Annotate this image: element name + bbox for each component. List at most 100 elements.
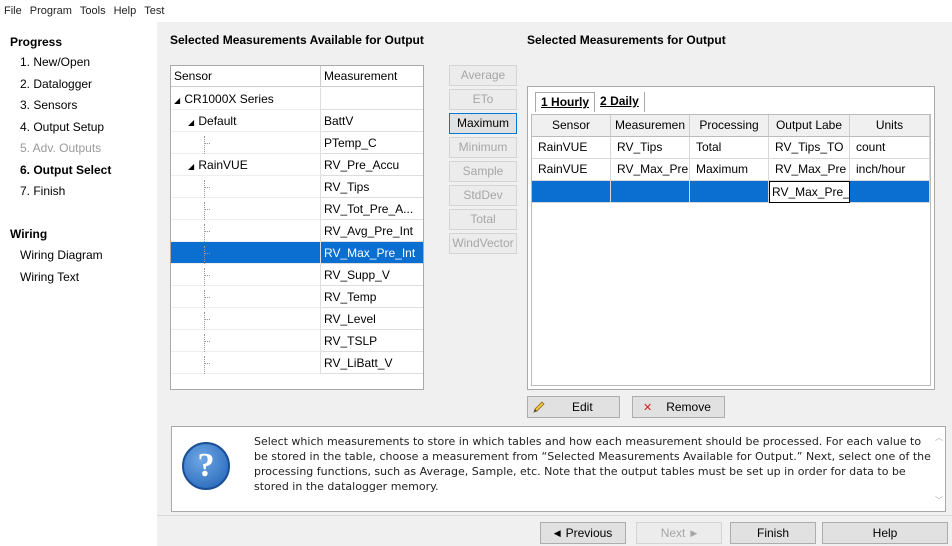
menu-program[interactable]: Program <box>30 5 72 17</box>
step-output-select[interactable]: 6. Output Select <box>20 163 111 177</box>
tree-measurement-cell[interactable] <box>321 88 423 110</box>
progress-heading: Progress <box>10 35 63 49</box>
cell-sensor[interactable]: RainVUE <box>532 159 611 181</box>
output-label-editor[interactable]: RV_Max_Pre_ <box>769 181 850 203</box>
cell-processing[interactable] <box>690 181 769 203</box>
tree-measurement-cell[interactable]: RV_LiBatt_V <box>321 352 423 374</box>
finish-button[interactable]: Finish <box>730 522 816 544</box>
tree-sensor-cell[interactable] <box>171 176 321 198</box>
tree-header-measurement[interactable]: Measurement <box>321 66 423 87</box>
tree-row[interactable]: RV_LiBatt_V <box>171 352 423 374</box>
help-scrollbar[interactable]: ︿ ﹀ <box>934 428 944 510</box>
tree-measurement-cell[interactable]: RV_TSLP <box>321 330 423 352</box>
scroll-down-icon[interactable]: ﹀ <box>935 495 943 506</box>
tree-row[interactable]: ◢ RainVUE RV_Pre_Accu <box>171 154 423 176</box>
grid-header-measurement[interactable]: Measuremen <box>611 115 690 137</box>
cell-units[interactable]: count <box>850 137 930 159</box>
tree-row[interactable]: RV_Max_Pre_Int <box>171 242 423 264</box>
output-grid[interactable]: Sensor Measuremen Processing Output Labe… <box>531 114 931 386</box>
grid-header-units[interactable]: Units <box>850 115 930 137</box>
tree-sensor-cell[interactable] <box>171 308 321 330</box>
tree-sensor-cell[interactable]: ◢ RainVUE <box>171 154 321 176</box>
tree-sensor-cell[interactable] <box>171 330 321 352</box>
cell-measurement[interactable] <box>611 181 690 203</box>
step-new-open[interactable]: 1. New/Open <box>20 55 90 69</box>
step-output-setup[interactable]: 4. Output Setup <box>20 120 104 134</box>
tree-measurement-cell[interactable]: BattV <box>321 110 423 132</box>
tree-row[interactable]: RV_Supp_V <box>171 264 423 286</box>
tree-row[interactable]: RV_TSLP <box>171 330 423 352</box>
arrow-right-icon: ▶ <box>690 527 698 538</box>
tree-sensor-cell[interactable] <box>171 264 321 286</box>
tree-sensor-cell[interactable] <box>171 198 321 220</box>
tree-sensor-label[interactable]: ◢ RainVUE <box>188 154 248 178</box>
menu-tools[interactable]: Tools <box>80 5 106 17</box>
tree-row[interactable]: RV_Tot_Pre_A... <box>171 198 423 220</box>
edit-button[interactable]: Edit <box>527 396 620 418</box>
tree-measurement-cell[interactable]: RV_Pre_Accu <box>321 154 423 176</box>
wiring-text-link[interactable]: Wiring Text <box>20 270 79 284</box>
tree-measurement-cell[interactable]: PTemp_C <box>321 132 423 154</box>
tree-row[interactable]: ◢ Default BattV <box>171 110 423 132</box>
table-row[interactable]: RainVUE RV_Tips Total RV_Tips_TO count <box>532 137 930 159</box>
menu-file[interactable]: File <box>4 5 22 17</box>
step-datalogger[interactable]: 2. Datalogger <box>20 77 92 91</box>
step-sensors[interactable]: 3. Sensors <box>20 98 77 112</box>
maximum-button[interactable]: Maximum <box>449 113 517 134</box>
cell-sensor[interactable]: RainVUE <box>532 137 611 159</box>
tree-row[interactable]: PTemp_C <box>171 132 423 154</box>
table-row[interactable]: RainVUE RV_Max_Pre Maximum RV_Max_Pre inch/h… <box>532 159 930 181</box>
output-title: Selected Measurements for Output <box>527 33 726 47</box>
grid-header-processing[interactable]: Processing <box>690 115 769 137</box>
menu-help[interactable]: Help <box>114 5 137 17</box>
cell-processing[interactable]: Total <box>690 137 769 159</box>
tab-hourly[interactable]: 1 Hourly <box>535 92 596 112</box>
tree-sensor-cell[interactable] <box>171 242 321 264</box>
tree-measurement-cell[interactable]: RV_Supp_V <box>321 264 423 286</box>
tree-measurement-cell[interactable]: RV_Tips <box>321 176 423 198</box>
tree-sensor-label[interactable]: ◢ Default <box>188 110 236 134</box>
tree-measurement-cell[interactable]: RV_Temp <box>321 286 423 308</box>
tree-row[interactable]: RV_Level <box>171 308 423 330</box>
tree-row[interactable]: RV_Temp <box>171 286 423 308</box>
table-row[interactable]: RV_Max_Pre_ <box>532 181 930 203</box>
tree-sensor-cell[interactable] <box>171 286 321 308</box>
scroll-up-icon[interactable]: ︿ <box>935 432 943 443</box>
tree-row[interactable]: RV_Tips <box>171 176 423 198</box>
menu-test[interactable]: Test <box>144 5 164 17</box>
remove-button[interactable]: ✕ Remove <box>632 396 725 418</box>
collapse-triangle-icon[interactable]: ◢ <box>174 96 182 105</box>
tree-measurement-cell[interactable]: RV_Avg_Pre_Int <box>321 220 423 242</box>
tree-measurement-cell[interactable]: RV_Level <box>321 308 423 330</box>
cell-measurement[interactable]: RV_Tips <box>611 137 690 159</box>
tree-row[interactable]: RV_Avg_Pre_Int <box>171 220 423 242</box>
cell-units[interactable]: inch/hour <box>850 159 930 181</box>
help-button[interactable]: Help <box>822 522 948 544</box>
tree-row[interactable]: ◢ CR1000X Series <box>171 88 423 110</box>
tree-sensor-cell[interactable]: ◢ Default <box>171 110 321 132</box>
previous-button[interactable]: ◀ Previous <box>540 522 626 544</box>
tree-sensor-label[interactable]: ◢ CR1000X Series <box>174 88 274 112</box>
tree-header-sensor[interactable]: Sensor <box>171 66 321 87</box>
cell-sensor[interactable] <box>532 181 611 203</box>
available-tree[interactable]: Sensor Measurement ◢ CR1000X Series ◢ Def… <box>170 65 424 390</box>
tab-daily[interactable]: 2 Daily <box>595 92 645 112</box>
wiring-diagram-link[interactable]: Wiring Diagram <box>20 248 103 262</box>
tree-sensor-cell[interactable] <box>171 220 321 242</box>
tree-sensor-cell[interactable] <box>171 352 321 374</box>
cell-processing[interactable]: Maximum <box>690 159 769 181</box>
cell-measurement[interactable]: RV_Max_Pre <box>611 159 690 181</box>
grid-header-output-label[interactable]: Output Labe <box>769 115 850 137</box>
cell-units[interactable] <box>850 181 930 203</box>
tree-connector <box>204 231 210 232</box>
tree-sensor-cell[interactable] <box>171 132 321 154</box>
collapse-triangle-icon[interactable]: ◢ <box>188 118 196 127</box>
step-finish[interactable]: 7. Finish <box>20 184 65 198</box>
collapse-triangle-icon[interactable]: ◢ <box>188 162 196 171</box>
tree-sensor-cell[interactable]: ◢ CR1000X Series <box>171 88 321 110</box>
tree-measurement-cell[interactable]: RV_Tot_Pre_A... <box>321 198 423 220</box>
cell-output-label[interactable]: RV_Tips_TO <box>769 137 850 159</box>
cell-output-label[interactable]: RV_Max_Pre <box>769 159 850 181</box>
grid-header-sensor[interactable]: Sensor <box>532 115 611 137</box>
tree-measurement-cell[interactable]: RV_Max_Pre_Int <box>321 242 423 264</box>
